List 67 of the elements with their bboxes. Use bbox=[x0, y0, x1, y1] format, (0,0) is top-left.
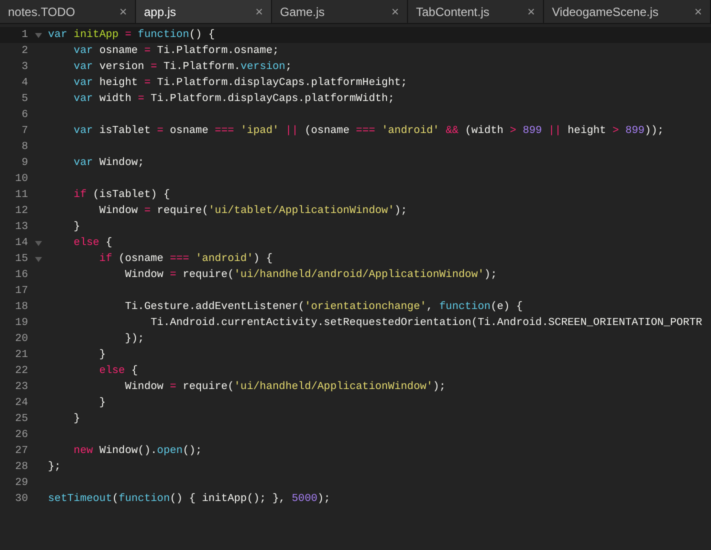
line-number: 7 bbox=[22, 124, 28, 137]
code-line: if (isTablet) { bbox=[72, 188, 170, 203]
line-number: 18 bbox=[15, 300, 28, 313]
line-number: 16 bbox=[15, 268, 28, 281]
line-number: 21 bbox=[15, 348, 28, 361]
code-line: var width = Ti.Platform.displayCaps.platformWidth; bbox=[72, 92, 394, 107]
line-number: 26 bbox=[15, 428, 28, 441]
code-line: }); bbox=[124, 332, 144, 347]
line-number: 25 bbox=[15, 412, 28, 425]
close-icon[interactable]: × bbox=[391, 5, 399, 18]
line-number: 3 bbox=[22, 60, 28, 73]
code-line: } bbox=[98, 348, 106, 363]
code-line: var Window; bbox=[72, 156, 144, 171]
fold-triangle-icon[interactable] bbox=[34, 240, 42, 246]
code-line: else { bbox=[98, 364, 138, 379]
file-tab[interactable]: Game.js × bbox=[272, 0, 408, 23]
line-number: 15 bbox=[15, 252, 28, 265]
line-number: 5 bbox=[22, 92, 28, 105]
code-line: var version = Ti.Platform.version; bbox=[72, 60, 292, 75]
code-line: var height = Ti.Platform.displayCaps.platformHeight; bbox=[72, 76, 408, 91]
line-number: 19 bbox=[15, 316, 28, 329]
code-line: Window = require('ui/tablet/ApplicationWindow'); bbox=[98, 204, 408, 219]
code-line: }; bbox=[48, 460, 61, 475]
close-icon[interactable]: × bbox=[527, 5, 535, 18]
code-line: var osname = Ti.Platform.osname; bbox=[72, 44, 279, 59]
code-line: } bbox=[98, 396, 106, 411]
line-number: 12 bbox=[15, 204, 28, 217]
line-number: 11 bbox=[15, 188, 28, 201]
code-line: else { bbox=[72, 236, 112, 251]
line-number: 2 bbox=[22, 44, 28, 57]
line-number: 8 bbox=[22, 140, 28, 153]
line-number: 20 bbox=[15, 332, 28, 345]
line-number: 13 bbox=[15, 220, 28, 233]
line-number: 24 bbox=[15, 396, 28, 409]
code-line: Window = require('ui/handheld/ApplicationWindow'); bbox=[124, 380, 446, 395]
code-line: Window = require('ui/handheld/android/ApplicationWindow'); bbox=[124, 268, 497, 283]
code-line: if (osname === 'android') { bbox=[98, 252, 273, 267]
line-number: 23 bbox=[15, 380, 28, 393]
line-number: 22 bbox=[15, 364, 28, 377]
line-number: 17 bbox=[15, 284, 28, 297]
close-icon[interactable]: × bbox=[255, 5, 263, 18]
close-icon[interactable]: × bbox=[119, 5, 127, 18]
line-number: 9 bbox=[22, 156, 28, 169]
fold-triangle-icon[interactable] bbox=[34, 32, 42, 38]
code-line: new Window().open(); bbox=[72, 444, 202, 459]
line-number: 28 bbox=[15, 460, 28, 473]
code-line: Ti.Android.currentActivity.setRequestedOrientation(Ti.Android.SCREEN_ORIENTATION_PORTR bbox=[150, 316, 702, 331]
file-tab[interactable]: notes.TODO × bbox=[0, 0, 136, 23]
fold-triangle-icon[interactable] bbox=[34, 256, 42, 262]
code-line: var initApp = function() { bbox=[48, 28, 215, 43]
code-line: } bbox=[72, 412, 80, 427]
file-tab[interactable]: app.js × bbox=[136, 0, 272, 23]
line-number: 14 bbox=[15, 236, 28, 249]
line-number: 6 bbox=[22, 108, 28, 121]
line-number: 10 bbox=[15, 172, 28, 185]
file-tab[interactable]: TabContent.js × bbox=[408, 0, 544, 23]
close-icon[interactable]: × bbox=[694, 5, 702, 18]
file-tab[interactable]: VideogameScene.js × bbox=[544, 0, 711, 23]
line-number: 4 bbox=[22, 76, 28, 89]
line-number: 29 bbox=[15, 476, 28, 489]
line-number: 30 bbox=[15, 492, 28, 505]
line-number: 1 bbox=[22, 28, 28, 41]
code-line: } bbox=[72, 220, 80, 235]
code-line: setTimeout(function() { initApp(); }, 5000); bbox=[48, 492, 330, 507]
code-line: Ti.Gesture.addEventListener('orientationchange', function(e) { bbox=[124, 300, 523, 315]
line-number: 27 bbox=[15, 444, 28, 457]
code-line: var isTablet = osname === 'ipad' || (osname === 'android' && (width > 899 || height > 899)); bbox=[72, 124, 664, 139]
